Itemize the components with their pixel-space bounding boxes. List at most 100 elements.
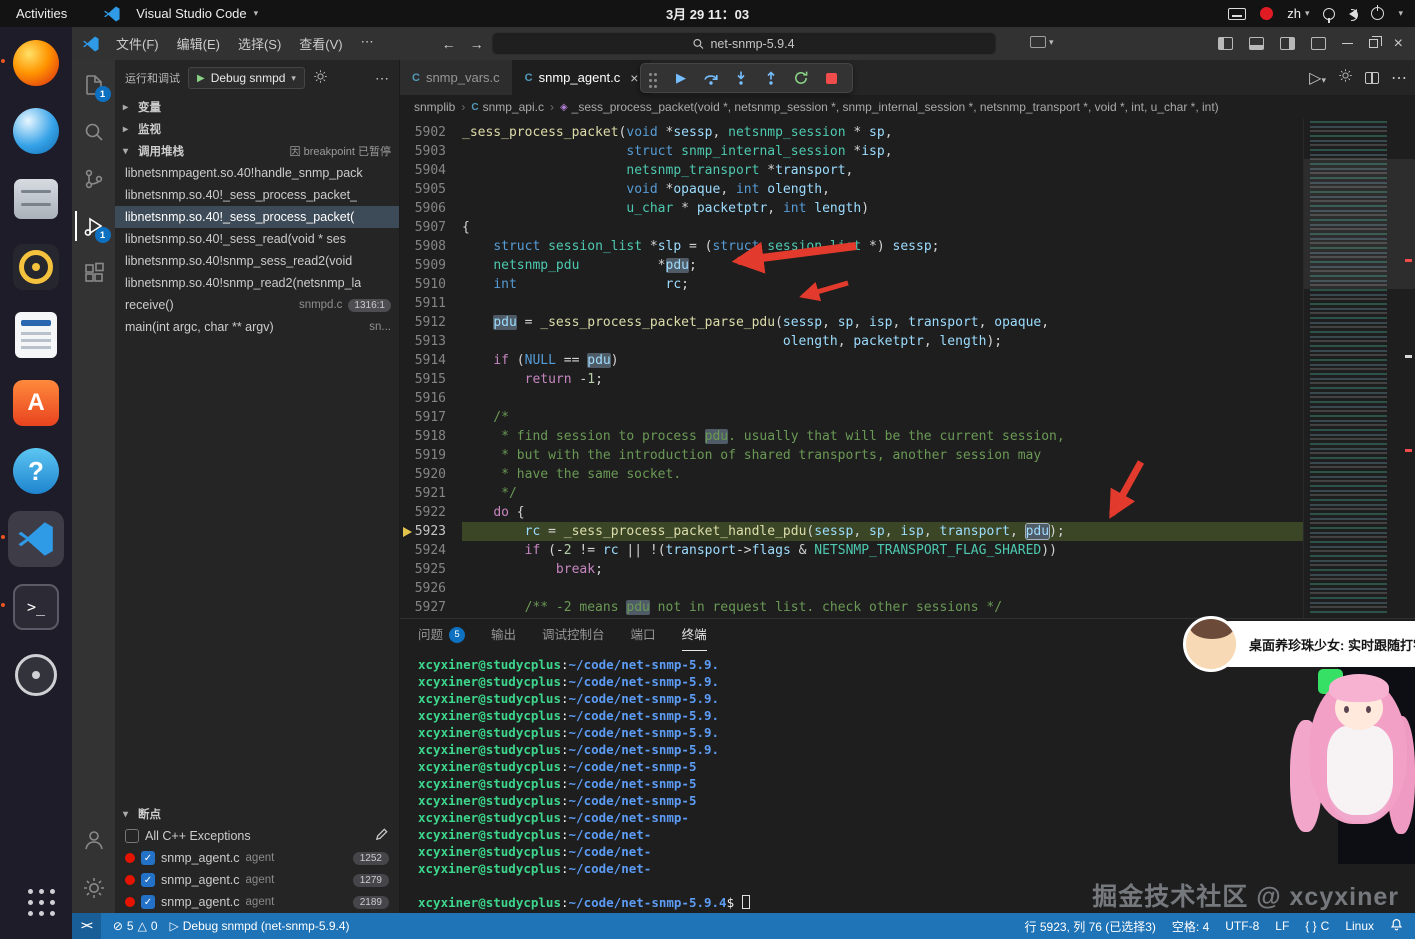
dock-item-terminal[interactable]: >_: [8, 579, 64, 635]
menu-item-0[interactable]: 文件(F): [108, 31, 167, 56]
callstack-frame[interactable]: libnetsnmp.so.40!_sess_read(void * ses: [115, 228, 399, 250]
dock-item-vscode[interactable]: [8, 511, 64, 567]
toggle-sidebar-icon[interactable]: [1218, 37, 1233, 50]
callstack-frame[interactable]: libnetsnmp.so.40!snmp_sess_read2(void: [115, 250, 399, 272]
search-icon[interactable]: [75, 113, 113, 151]
menu-item-3[interactable]: 查看(V): [291, 31, 350, 56]
exceptions-row[interactable]: All C++ Exceptions: [115, 825, 399, 847]
accounts-icon[interactable]: [75, 821, 113, 859]
stop-button[interactable]: [822, 69, 840, 87]
recording-indicator-icon[interactable]: [1260, 7, 1273, 20]
input-language-indicator[interactable]: zh▾: [1287, 6, 1309, 21]
dock-item-media-player[interactable]: [8, 239, 64, 295]
exceptions-checkbox[interactable]: [125, 829, 139, 843]
step-over-button[interactable]: [702, 69, 720, 87]
section-breakpoints[interactable]: ▾ 断点: [115, 803, 399, 825]
gutter[interactable]: 5918: [400, 427, 462, 446]
gutter[interactable]: 5925: [400, 560, 462, 579]
more-actions-icon[interactable]: ⋯: [375, 70, 389, 87]
breadcrumb-item[interactable]: snmplib: [414, 100, 455, 114]
gutter[interactable]: 5905: [400, 180, 462, 199]
editor-settings-gear-icon[interactable]: [1338, 68, 1353, 88]
start-debug-icon[interactable]: ▶: [197, 73, 205, 84]
split-editor-icon[interactable]: [1365, 72, 1379, 84]
breadcrumb-item[interactable]: ◈_sess_process_packet(void *, netsnmp_se…: [560, 100, 1219, 114]
dock-item-chat[interactable]: [8, 103, 64, 159]
minimize-button[interactable]: [1342, 43, 1353, 45]
network-icon[interactable]: [1323, 8, 1335, 20]
close-button[interactable]: ×: [1394, 36, 1403, 52]
close-icon[interactable]: ×: [630, 70, 638, 86]
gutter[interactable]: 5917: [400, 408, 462, 427]
gutter[interactable]: 5911: [400, 294, 462, 313]
gutter[interactable]: 5912: [400, 313, 462, 332]
gutter[interactable]: 5920: [400, 465, 462, 484]
activities-button[interactable]: Activities: [0, 6, 83, 21]
remote-indicator[interactable]: ><: [72, 913, 101, 939]
menu-item-2[interactable]: 选择(S): [230, 31, 289, 56]
settings-gear-icon[interactable]: [75, 869, 113, 907]
gutter[interactable]: 5906: [400, 199, 462, 218]
indentation-status[interactable]: 空格: 4: [1172, 918, 1209, 935]
breakpoint-checkbox[interactable]: ✓: [141, 895, 155, 909]
problems-status[interactable]: ⊘5 △0: [113, 919, 158, 933]
breadcrumb-item[interactable]: Csnmp_api.c: [471, 100, 544, 114]
gutter[interactable]: 5924: [400, 541, 462, 560]
section-callstack[interactable]: ▾ 调用堆栈 因 breakpoint 已暂停: [115, 140, 399, 162]
breakpoint-checkbox[interactable]: ✓: [141, 851, 155, 865]
debug-config-dropdown[interactable]: ▶ Debug snmpd ▾: [188, 67, 305, 89]
command-center-search[interactable]: net-snmp-5.9.4: [491, 32, 996, 55]
more-actions-icon[interactable]: ⋯: [1391, 68, 1407, 88]
gutter[interactable]: 5915: [400, 370, 462, 389]
gutter[interactable]: 5926: [400, 579, 462, 598]
continue-button[interactable]: ▶: [672, 69, 690, 87]
restart-button[interactable]: [792, 69, 810, 87]
dock-item-screen-recorder[interactable]: [8, 647, 64, 703]
toggle-secondary-sidebar-icon[interactable]: [1280, 37, 1295, 50]
encoding-status[interactable]: UTF-8: [1225, 919, 1259, 933]
minimap[interactable]: [1303, 119, 1415, 618]
terminal[interactable]: xcyxiner@studycplus:~/code/net-snmp-5.9.…: [400, 651, 1415, 913]
gutter[interactable]: 5919: [400, 446, 462, 465]
breakpoint-item[interactable]: ✓snmp_agent.cagent2189: [115, 891, 399, 913]
gutter[interactable]: 5921: [400, 484, 462, 503]
gutter[interactable]: 5927: [400, 598, 462, 617]
menu-item-4[interactable]: ⋯: [353, 31, 382, 56]
callstack-frame[interactable]: libnetsnmp.so.40!snmp_read2(netsnmp_la: [115, 272, 399, 294]
gutter[interactable]: 5909: [400, 256, 462, 275]
dock-item-files[interactable]: [8, 171, 64, 227]
panel-tab-输出[interactable]: 输出: [491, 619, 516, 651]
dock-item-firefox[interactable]: [8, 35, 64, 91]
gutter[interactable]: 5908: [400, 237, 462, 256]
customize-layout-icon[interactable]: [1311, 37, 1326, 50]
debug-settings-gear-icon[interactable]: [313, 69, 328, 87]
gutter[interactable]: 5910: [400, 275, 462, 294]
show-applications-button[interactable]: [8, 869, 64, 925]
section-watch[interactable]: ▸ 监视: [115, 118, 399, 140]
tab-snmp_vars.c[interactable]: Csnmp_vars.c: [400, 60, 513, 95]
breakpoint-item[interactable]: ✓snmp_agent.cagent1252: [115, 847, 399, 869]
explorer-icon[interactable]: 1: [75, 66, 113, 104]
callstack-frame[interactable]: libnetsnmpagent.so.40!handle_snmp_pack: [115, 162, 399, 184]
breakpoint-checkbox[interactable]: ✓: [141, 873, 155, 887]
callstack-frame[interactable]: receive()snmpd.c1316:1: [115, 294, 399, 316]
clock[interactable]: 3月 29 11：03: [666, 4, 749, 23]
code-editor[interactable]: 5902_sess_process_packet(void *sessp, ne…: [400, 119, 1415, 618]
section-variables[interactable]: ▸ 变量: [115, 96, 399, 118]
minimap-viewport[interactable]: [1304, 159, 1415, 289]
app-menu[interactable]: Visual Studio Code ▾: [83, 5, 268, 23]
run-and-debug-icon[interactable]: 1: [75, 207, 113, 245]
remote-os-status[interactable]: Linux: [1345, 919, 1374, 933]
menu-item-1[interactable]: 编辑(E): [169, 31, 228, 56]
step-into-button[interactable]: [732, 69, 750, 87]
breakpoint-item[interactable]: ✓snmp_agent.cagent1279: [115, 869, 399, 891]
panel-tab-端口[interactable]: 端口: [631, 619, 656, 651]
volume-icon[interactable]: [1349, 9, 1357, 19]
gutter[interactable]: 5902: [400, 123, 462, 142]
tab-snmp_agent.c[interactable]: Csnmp_agent.c×: [513, 60, 652, 95]
toggle-panel-icon[interactable]: [1249, 37, 1264, 50]
source-control-icon[interactable]: [75, 160, 113, 198]
language-status[interactable]: { } C: [1305, 919, 1329, 933]
panel-tab-调试控制台[interactable]: 调试控制台: [542, 619, 605, 651]
step-out-button[interactable]: [762, 69, 780, 87]
